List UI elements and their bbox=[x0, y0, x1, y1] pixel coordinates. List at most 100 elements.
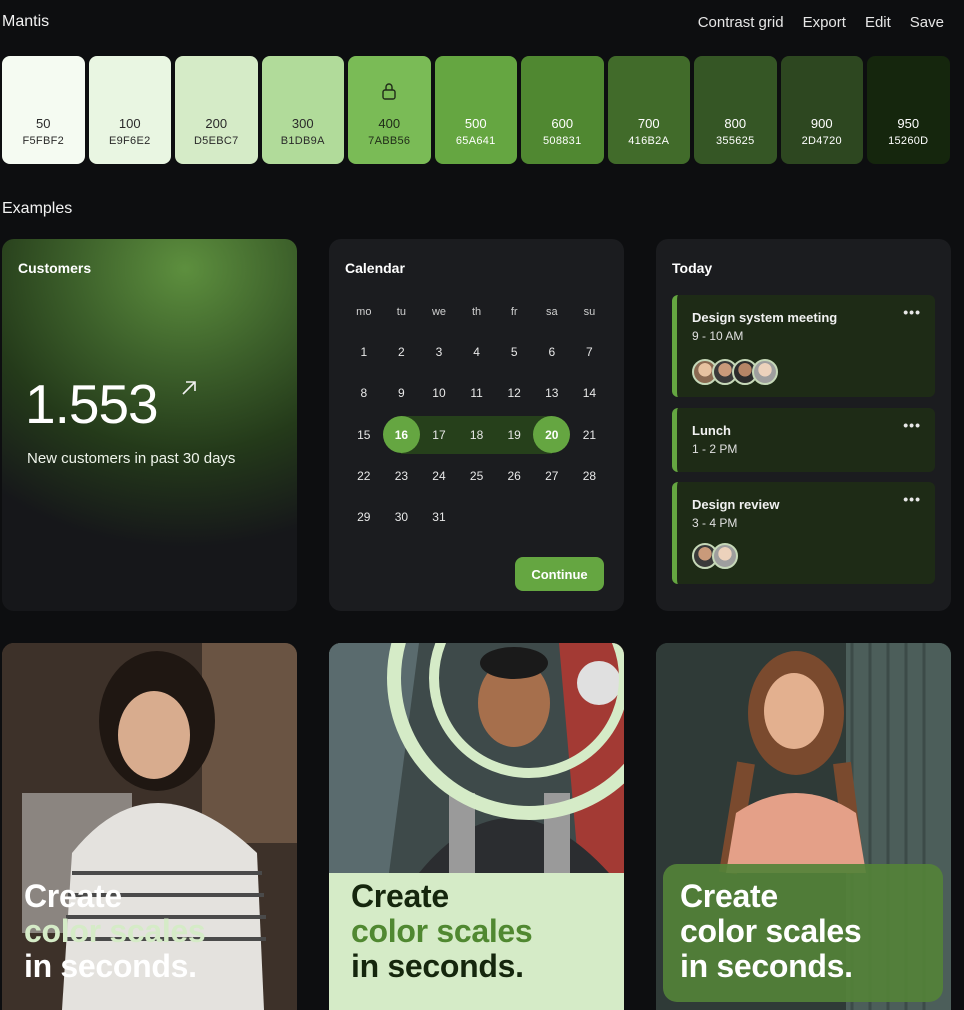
swatch-950[interactable]: 950 15260D bbox=[867, 56, 950, 164]
trend-up-arrow-icon bbox=[182, 381, 196, 395]
calendar-day-label: 16 bbox=[382, 416, 420, 454]
calendar-day[interactable]: 3 bbox=[420, 333, 458, 371]
swatch-600[interactable]: 600 508831 bbox=[521, 56, 604, 164]
calendar-card: Calendar mo tu we th fr sa su 1 2 3 4 5 6 7 8 9 10 11 12 13… bbox=[329, 239, 624, 611]
promo-line-3: in seconds. bbox=[351, 948, 524, 984]
avatar bbox=[752, 359, 778, 385]
calendar-day[interactable]: 24 bbox=[420, 457, 458, 495]
promo-headline: Create color scales in seconds. bbox=[24, 879, 206, 984]
swatch-800[interactable]: 800 355625 bbox=[694, 56, 777, 164]
swatch-200[interactable]: 200 D5EBC7 bbox=[175, 56, 258, 164]
calendar-day[interactable]: 12 bbox=[495, 374, 533, 412]
calendar-day[interactable]: 25 bbox=[458, 457, 496, 495]
event-card[interactable]: Design review 3 - 4 PM ••• bbox=[672, 482, 935, 584]
promo-card: Create color scales in seconds. bbox=[329, 643, 624, 1010]
promo-line-2: color scales bbox=[351, 913, 533, 949]
calendar-day[interactable]: 30 bbox=[383, 498, 421, 536]
more-options-icon[interactable]: ••• bbox=[903, 417, 921, 433]
attendee-avatars bbox=[692, 359, 778, 385]
weekday-label: fr bbox=[510, 306, 518, 318]
swatch-700[interactable]: 700 416B2A bbox=[607, 56, 690, 164]
calendar-day[interactable]: 15 bbox=[345, 416, 383, 454]
calendar-day[interactable]: 22 bbox=[345, 457, 383, 495]
swatch-hex: F5FBF2 bbox=[22, 135, 65, 147]
promo-line-1: Create bbox=[680, 878, 778, 914]
promo-line-2: color scales bbox=[24, 913, 206, 949]
calendar-day[interactable]: 9 bbox=[383, 374, 421, 412]
swatch-900[interactable]: 900 2D4720 bbox=[780, 56, 863, 164]
swatch-step: 300 bbox=[291, 116, 314, 131]
calendar-day[interactable]: 14 bbox=[571, 374, 609, 412]
promo-line-3: in seconds. bbox=[680, 948, 853, 984]
swatch-hex: 65A641 bbox=[455, 135, 496, 147]
contrast-grid-button[interactable]: Contrast grid bbox=[698, 14, 784, 31]
swatch-step: 900 bbox=[810, 116, 833, 131]
calendar-day[interactable]: 1 bbox=[345, 333, 383, 371]
avatar bbox=[712, 543, 738, 569]
calendar-day[interactable]: 13 bbox=[533, 374, 571, 412]
lock-icon[interactable] bbox=[381, 82, 397, 100]
calendar-day[interactable]: 31 bbox=[420, 498, 458, 536]
calendar-day[interactable]: 6 bbox=[533, 333, 571, 371]
swatch-400[interactable]: 400 7ABB56 bbox=[348, 56, 431, 164]
swatch-step: 50 bbox=[36, 116, 51, 131]
calendar-day[interactable]: 20 bbox=[533, 416, 571, 454]
event-card[interactable]: Lunch 1 - 2 PM ••• bbox=[672, 408, 935, 472]
export-button[interactable]: Export bbox=[803, 14, 846, 31]
weekday-label: sa bbox=[545, 306, 558, 318]
swatch-500[interactable]: 500 65A641 bbox=[434, 56, 517, 164]
today-card: Today Design system meeting 9 - 10 AM ••… bbox=[656, 239, 951, 611]
event-card[interactable]: Design system meeting 9 - 10 AM ••• bbox=[672, 295, 935, 397]
calendar-day[interactable]: 21 bbox=[571, 416, 609, 454]
customers-card: Customers 1.553 New customers in past 30… bbox=[2, 239, 297, 611]
calendar-day[interactable]: 5 bbox=[495, 333, 533, 371]
calendar-day[interactable]: 29 bbox=[345, 498, 383, 536]
calendar-day-label: 20 bbox=[533, 416, 571, 454]
calendar-day[interactable]: 10 bbox=[420, 374, 458, 412]
swatch-hex: E9F6E2 bbox=[108, 135, 151, 147]
more-options-icon[interactable]: ••• bbox=[903, 304, 921, 320]
calendar-day[interactable]: 27 bbox=[533, 457, 571, 495]
calendar-day[interactable]: 8 bbox=[345, 374, 383, 412]
swatch-step: 100 bbox=[118, 116, 141, 131]
promo-line-2: color scales bbox=[680, 913, 862, 949]
calendar-day[interactable]: 11 bbox=[458, 374, 496, 412]
more-options-icon[interactable]: ••• bbox=[903, 491, 921, 507]
swatch-hex: 15260D bbox=[888, 135, 929, 147]
promo-card: Create color scales in seconds. bbox=[656, 643, 951, 1010]
swatch-step: 600 bbox=[551, 116, 574, 131]
swatch-100[interactable]: 100 E9F6E2 bbox=[88, 56, 171, 164]
event-time: 9 - 10 AM bbox=[692, 329, 744, 343]
calendar-day[interactable]: 17 bbox=[420, 416, 458, 454]
calendar-day[interactable]: 18 bbox=[458, 416, 496, 454]
event-time: 1 - 2 PM bbox=[692, 442, 738, 456]
swatch-hex: D5EBC7 bbox=[193, 135, 239, 147]
calendar-title: Calendar bbox=[345, 260, 405, 276]
edit-button[interactable]: Edit bbox=[865, 14, 891, 31]
attendee-avatars bbox=[692, 543, 738, 569]
calendar-day[interactable]: 4 bbox=[458, 333, 496, 371]
calendar-day[interactable]: 2 bbox=[383, 333, 421, 371]
calendar-day[interactable]: 23 bbox=[383, 457, 421, 495]
event-title: Design system meeting bbox=[692, 310, 838, 325]
swatch-300[interactable]: 300 B1DB9A bbox=[261, 56, 344, 164]
calendar-day[interactable]: 26 bbox=[495, 457, 533, 495]
continue-button[interactable]: Continue bbox=[515, 557, 604, 591]
customers-subtitle: New customers in past 30 days bbox=[27, 450, 236, 467]
event-title: Lunch bbox=[692, 423, 731, 438]
weekday-label: tu bbox=[396, 306, 406, 318]
swatch-step: 200 bbox=[205, 116, 228, 131]
top-actions: Contrast grid Export Edit Save bbox=[698, 14, 944, 31]
save-button[interactable]: Save bbox=[910, 14, 944, 31]
calendar-day[interactable]: 16 bbox=[382, 416, 421, 454]
promo-line-3: in seconds. bbox=[24, 948, 197, 984]
calendar-day[interactable]: 19 bbox=[495, 416, 533, 454]
calendar-day[interactable]: 7 bbox=[571, 333, 609, 371]
weekday-label: we bbox=[431, 306, 447, 318]
swatch-step: 400 bbox=[378, 116, 401, 131]
swatch-hex: 355625 bbox=[715, 135, 755, 147]
swatch-hex: 2D4720 bbox=[801, 135, 842, 147]
swatch-50[interactable]: 50 F5FBF2 bbox=[2, 56, 85, 164]
today-title: Today bbox=[672, 260, 713, 276]
calendar-day[interactable]: 28 bbox=[571, 457, 609, 495]
